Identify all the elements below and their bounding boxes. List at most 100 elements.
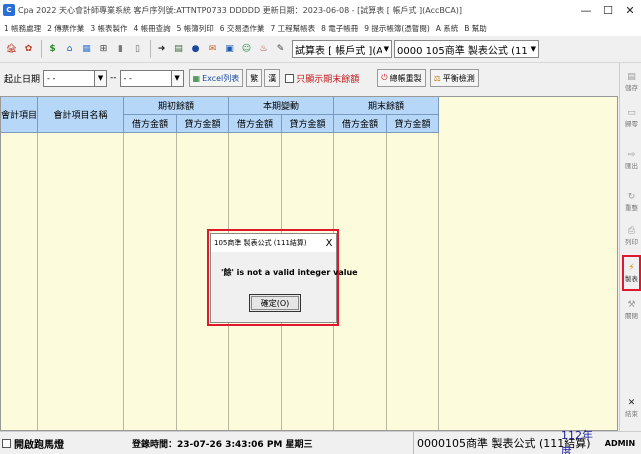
report-icon[interactable]: ♨ <box>256 41 271 58</box>
report-format-select[interactable]: 0000 105商準 製表公式 (111結算 ▼ <box>394 40 539 58</box>
column-header-change-debit[interactable]: 借方金額 <box>229 115 282 133</box>
menu-item-help[interactable]: B 幫助 <box>464 23 487 34</box>
marquee-checkbox[interactable] <box>2 438 11 448</box>
chevron-down-icon: ▼ <box>383 45 389 53</box>
sidebar-exit-button[interactable]: ✕ 結束 <box>622 393 641 423</box>
column-header-opening-credit[interactable]: 貸方金額 <box>177 115 229 133</box>
book-icon[interactable]: ▤ <box>171 41 186 58</box>
menu-item-ledger-query[interactable]: 4 帳冊查詢 <box>133 23 170 34</box>
ok-button[interactable]: 確定(O) <box>249 294 301 312</box>
balance-icon: ⚖ <box>433 73 441 83</box>
excel-list-label: Excel列表 <box>202 73 240 83</box>
column-header-account-name[interactable]: 會計項目名稱 <box>38 97 124 133</box>
chevron-down-icon: ▼ <box>530 45 536 53</box>
dialog-title: 105商準 製表公式 (111結算) <box>214 239 307 247</box>
arrow-icon[interactable]: ➜ <box>154 41 169 58</box>
menu-item-transactions[interactable]: 6 交易憑作業 <box>220 23 265 34</box>
balance-check-label: 平衡檢測 <box>442 73 475 83</box>
menu-item-preview[interactable]: 9 提示帳簿(憑暫閱) <box>364 23 430 34</box>
date-separator: -- <box>110 73 117 83</box>
lock-icon[interactable]: ▯ <box>130 41 145 58</box>
money-icon[interactable]: ☺ <box>239 41 254 58</box>
export-icon: ⇨ <box>627 150 636 160</box>
fiscal-year: 112年度 <box>561 429 593 454</box>
marquee-label: 開啟跑馬燈 <box>14 439 64 451</box>
minimize-button[interactable]: — <box>575 0 597 20</box>
start-date-input[interactable]: - - <box>43 69 96 87</box>
traditional-button[interactable]: 繁 <box>246 69 263 87</box>
grid-column-line <box>176 133 177 430</box>
print-icon[interactable]: ▦ <box>79 41 94 58</box>
refresh-icon: ↻ <box>627 192 636 202</box>
group-header-ending: 期末餘額 <box>334 97 439 115</box>
dialog-title-bar: 105商準 製表公式 (111結算) X <box>211 234 336 252</box>
globe-icon[interactable]: ● <box>188 41 203 58</box>
column-header-change-credit[interactable]: 貸方金額 <box>282 115 334 133</box>
sidebar-print-button[interactable]: ⎙ 列印 <box>622 221 641 251</box>
sidebar-close-button[interactable]: ⚒ 關閉 <box>622 295 641 325</box>
title-bar: C Cpa 2022 天心會計師專業系統 客戶序列號:ATTNTP0733 DD… <box>0 0 641 20</box>
report-format-value: 0000 105商準 製表公式 (111結算 <box>397 45 529 57</box>
menu-item-accounting[interactable]: 1 帳務處理 <box>4 23 41 34</box>
column-header-opening-debit[interactable]: 借方金額 <box>124 115 177 133</box>
sidebar-save-label: 儲存 <box>625 84 638 92</box>
maximize-button[interactable]: ☐ <box>597 0 619 20</box>
column-header-ending-debit[interactable]: 借方金額 <box>334 115 387 133</box>
exit-icon[interactable]: ✎ <box>273 41 288 58</box>
report-type-select[interactable]: 試算表 [ 帳戶式 ](Acc£ ▼ <box>292 40 392 58</box>
sidebar-save-button[interactable]: ▤ 儲存 <box>622 67 641 97</box>
filter-bar: 起止日期 - - ▼ -- - - ▼ ▦ Excel列表 繁 漢 只顯示期末餘… <box>0 63 620 93</box>
calc-icon[interactable]: ⊞ <box>96 41 111 58</box>
menu-item-voucher[interactable]: 2 傳票作業 <box>47 23 84 34</box>
sidebar-make-report-button[interactable]: ⚡ 製表 <box>622 255 641 291</box>
cash-icon[interactable]: $ <box>45 41 60 58</box>
error-dialog: 105商準 製表公式 (111結算) X '餘' is not a valid … <box>210 233 358 323</box>
report-type-value: 試算表 [ 帳戶式 ](Acc£ <box>295 45 382 57</box>
file-icon[interactable]: ▮ <box>113 41 128 58</box>
power-icon: ⏻ <box>381 73 388 82</box>
chart-icon[interactable]: ✉ <box>205 41 220 58</box>
rebuild-ledger-button[interactable]: ⏻ 總帳重製 <box>377 69 426 87</box>
home-icon[interactable]: ⌂ <box>62 41 77 58</box>
end-date-input[interactable]: - - <box>119 69 172 87</box>
grid-column-line <box>438 133 439 430</box>
balance-check-button[interactable]: ⚖ 平衡檢測 <box>429 69 479 87</box>
rebuild-ledger-label: 總帳重製 <box>389 73 422 83</box>
sidebar-reset-button[interactable]: ▭ 歸零 <box>622 103 641 133</box>
gear-icon[interactable]: ▣ <box>222 41 237 58</box>
simplified-button[interactable]: 漢 <box>264 69 281 87</box>
group-header-opening: 期初餘額 <box>124 97 229 115</box>
menu-item-e-ledger[interactable]: 8 電子帳冊 <box>321 23 358 34</box>
column-header-ending-credit[interactable]: 貸方金額 <box>387 115 439 133</box>
tools-icon: ⚒ <box>627 300 636 310</box>
menu-item-ledger-print[interactable]: 5 帳簿列印 <box>177 23 214 34</box>
start-date-dropdown[interactable]: ▼ <box>95 69 108 87</box>
grid-column-line <box>386 133 387 430</box>
grid-column-line <box>123 133 124 430</box>
excel-list-button[interactable]: ▦ Excel列表 <box>188 69 244 87</box>
doc-icon[interactable]: ✿ <box>21 41 36 58</box>
sidebar-exit-label: 結束 <box>625 410 638 418</box>
sidebar-export-label: 匯出 <box>625 162 638 170</box>
current-user: ADMIN <box>604 438 636 448</box>
menu-item-reports[interactable]: 3 帳表製作 <box>90 23 127 34</box>
print-icon: ⎙ <box>627 226 636 236</box>
sidebar-close-label: 關閉 <box>625 312 638 320</box>
grid-column-line <box>37 133 38 430</box>
window-title: Cpa 2022 天心會計師專業系統 客戶序列號:ATTNTP0733 DDDD… <box>18 5 463 15</box>
excel-icon: ▦ <box>192 73 201 83</box>
tool-icon[interactable]: 🏚 <box>4 41 19 58</box>
close-window-button[interactable]: ✕ <box>619 0 641 20</box>
column-header-account[interactable]: 會計項目 <box>1 97 38 133</box>
sidebar-export-button[interactable]: ⇨ 匯出 <box>622 145 641 175</box>
dialog-close-button[interactable]: X <box>322 238 336 249</box>
ending-balance-checkbox[interactable] <box>285 73 295 83</box>
marquee-toggle[interactable]: 開啟跑馬燈 <box>0 436 128 451</box>
ending-balance-label: 只顯示期末餘額 <box>296 74 360 85</box>
end-date-dropdown[interactable]: ▼ <box>171 69 184 87</box>
sidebar-refresh-button[interactable]: ↻ 重整 <box>622 187 641 217</box>
lightning-icon: ⚡ <box>628 263 635 273</box>
menu-item-engineering[interactable]: 7 工程幫帳表 <box>270 23 315 34</box>
app-icon: C <box>3 4 15 16</box>
menu-item-system[interactable]: A 系統 <box>436 23 459 34</box>
